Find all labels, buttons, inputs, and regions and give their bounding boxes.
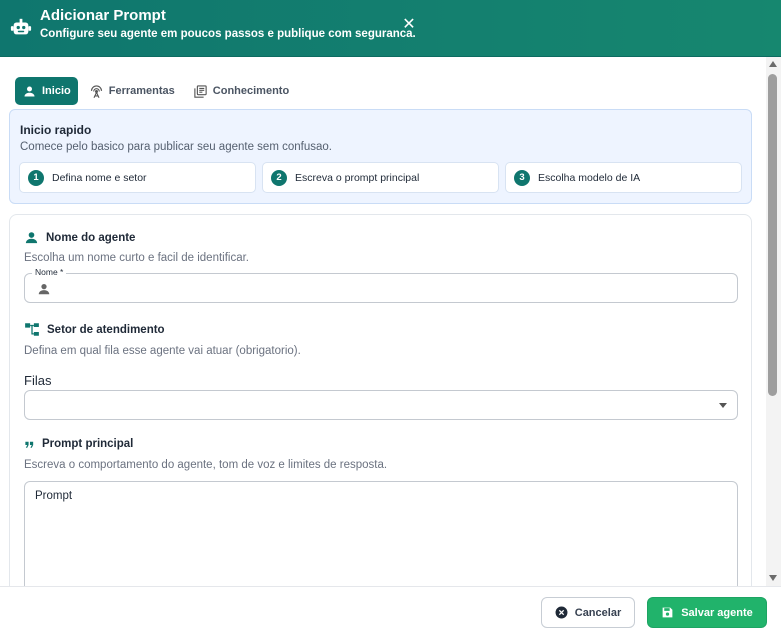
tab-label: Ferramentas [108, 85, 175, 97]
dropdown-arrow-icon [719, 403, 727, 408]
save-icon [662, 607, 673, 618]
name-section-description: Escolha um nome curto e facil de identif… [24, 252, 250, 264]
prompt-section-title: Prompt principal [24, 438, 133, 450]
step-number: 1 [28, 169, 44, 186]
scrollbar-thumb[interactable] [768, 74, 777, 396]
quote-icon [25, 441, 34, 448]
person-icon [25, 232, 38, 244]
prompt-textarea[interactable]: Prompt [24, 481, 738, 586]
quick-start-description: Comece pelo basico para publicar seu age… [20, 141, 332, 153]
step-label: Escolha modelo de IA [538, 171, 641, 184]
save-button[interactable]: Salvar agente [647, 597, 767, 628]
section-title-text: Setor de atendimento [47, 323, 165, 336]
antenna-icon [90, 84, 102, 98]
form-card: Nome do agente Escolha um nome curto e f… [9, 214, 752, 586]
quick-start-panel: Inicio rapido Comece pelo basico para pu… [9, 109, 752, 204]
prompt-placeholder: Prompt [35, 490, 73, 502]
step-label: Escreva o prompt principal [295, 171, 420, 184]
person-icon [24, 86, 35, 96]
step-number: 2 [271, 169, 287, 186]
tab-ferramentas[interactable]: Ferramentas [82, 77, 182, 105]
robot-icon [10, 18, 32, 35]
sector-section-description: Defina em qual fila esse agente vai atua… [24, 345, 301, 357]
library-books-icon [194, 84, 207, 98]
cancel-button-label: Cancelar [574, 606, 622, 619]
section-title-text: Prompt principal [42, 438, 134, 450]
tab-inicio[interactable]: Inicio [15, 77, 78, 105]
tab-label: Conhecimento [212, 85, 290, 97]
dialog-footer: Cancelar Salvar agente [0, 586, 781, 633]
tab-conhecimento[interactable]: Conhecimento [186, 77, 296, 105]
scroll-up-icon[interactable] [769, 61, 777, 67]
name-field-label: Nome * [32, 267, 67, 277]
section-title-text: Nome do agente [46, 231, 136, 244]
step-3: 3 Escolha modelo de IA [505, 162, 742, 193]
save-button-label: Salvar agente [681, 606, 753, 619]
name-section-title: Nome do agente [24, 230, 135, 245]
cancel-circle-icon [555, 606, 568, 619]
cancel-button[interactable]: Cancelar [541, 597, 635, 628]
tab-bar: Inicio Ferramentas Conhecimento [15, 77, 296, 105]
person-icon [38, 284, 50, 295]
dialog-title: Adicionar Prompt [40, 7, 166, 24]
vertical-scrollbar[interactable] [766, 57, 781, 586]
name-input[interactable]: Nome * [24, 267, 738, 303]
dialog-content: Inicio Ferramentas Conhecimento Inicio r… [0, 57, 766, 586]
dialog-subtitle: Configure seu agente em poucos passos e … [40, 28, 416, 40]
dialog-header: Adicionar Prompt Configure seu agente em… [0, 0, 781, 57]
step-number: 3 [514, 169, 530, 186]
account-tree-icon [25, 323, 39, 336]
prompt-section-description: Escreva o comportamento do agente, tom d… [24, 459, 388, 471]
sector-section-title: Setor de atendimento [24, 322, 165, 337]
filas-label: Filas [24, 373, 52, 388]
step-label: Defina nome e setor [52, 171, 147, 184]
step-1: 1 Defina nome e setor [19, 162, 256, 193]
close-icon[interactable]: ✕ [400, 15, 418, 35]
scroll-down-icon[interactable] [769, 575, 777, 581]
tab-label: Inicio [42, 85, 71, 97]
filas-select[interactable] [24, 390, 738, 420]
quick-start-title: Inicio rapido [20, 123, 92, 137]
step-2: 2 Escreva o prompt principal [262, 162, 499, 193]
